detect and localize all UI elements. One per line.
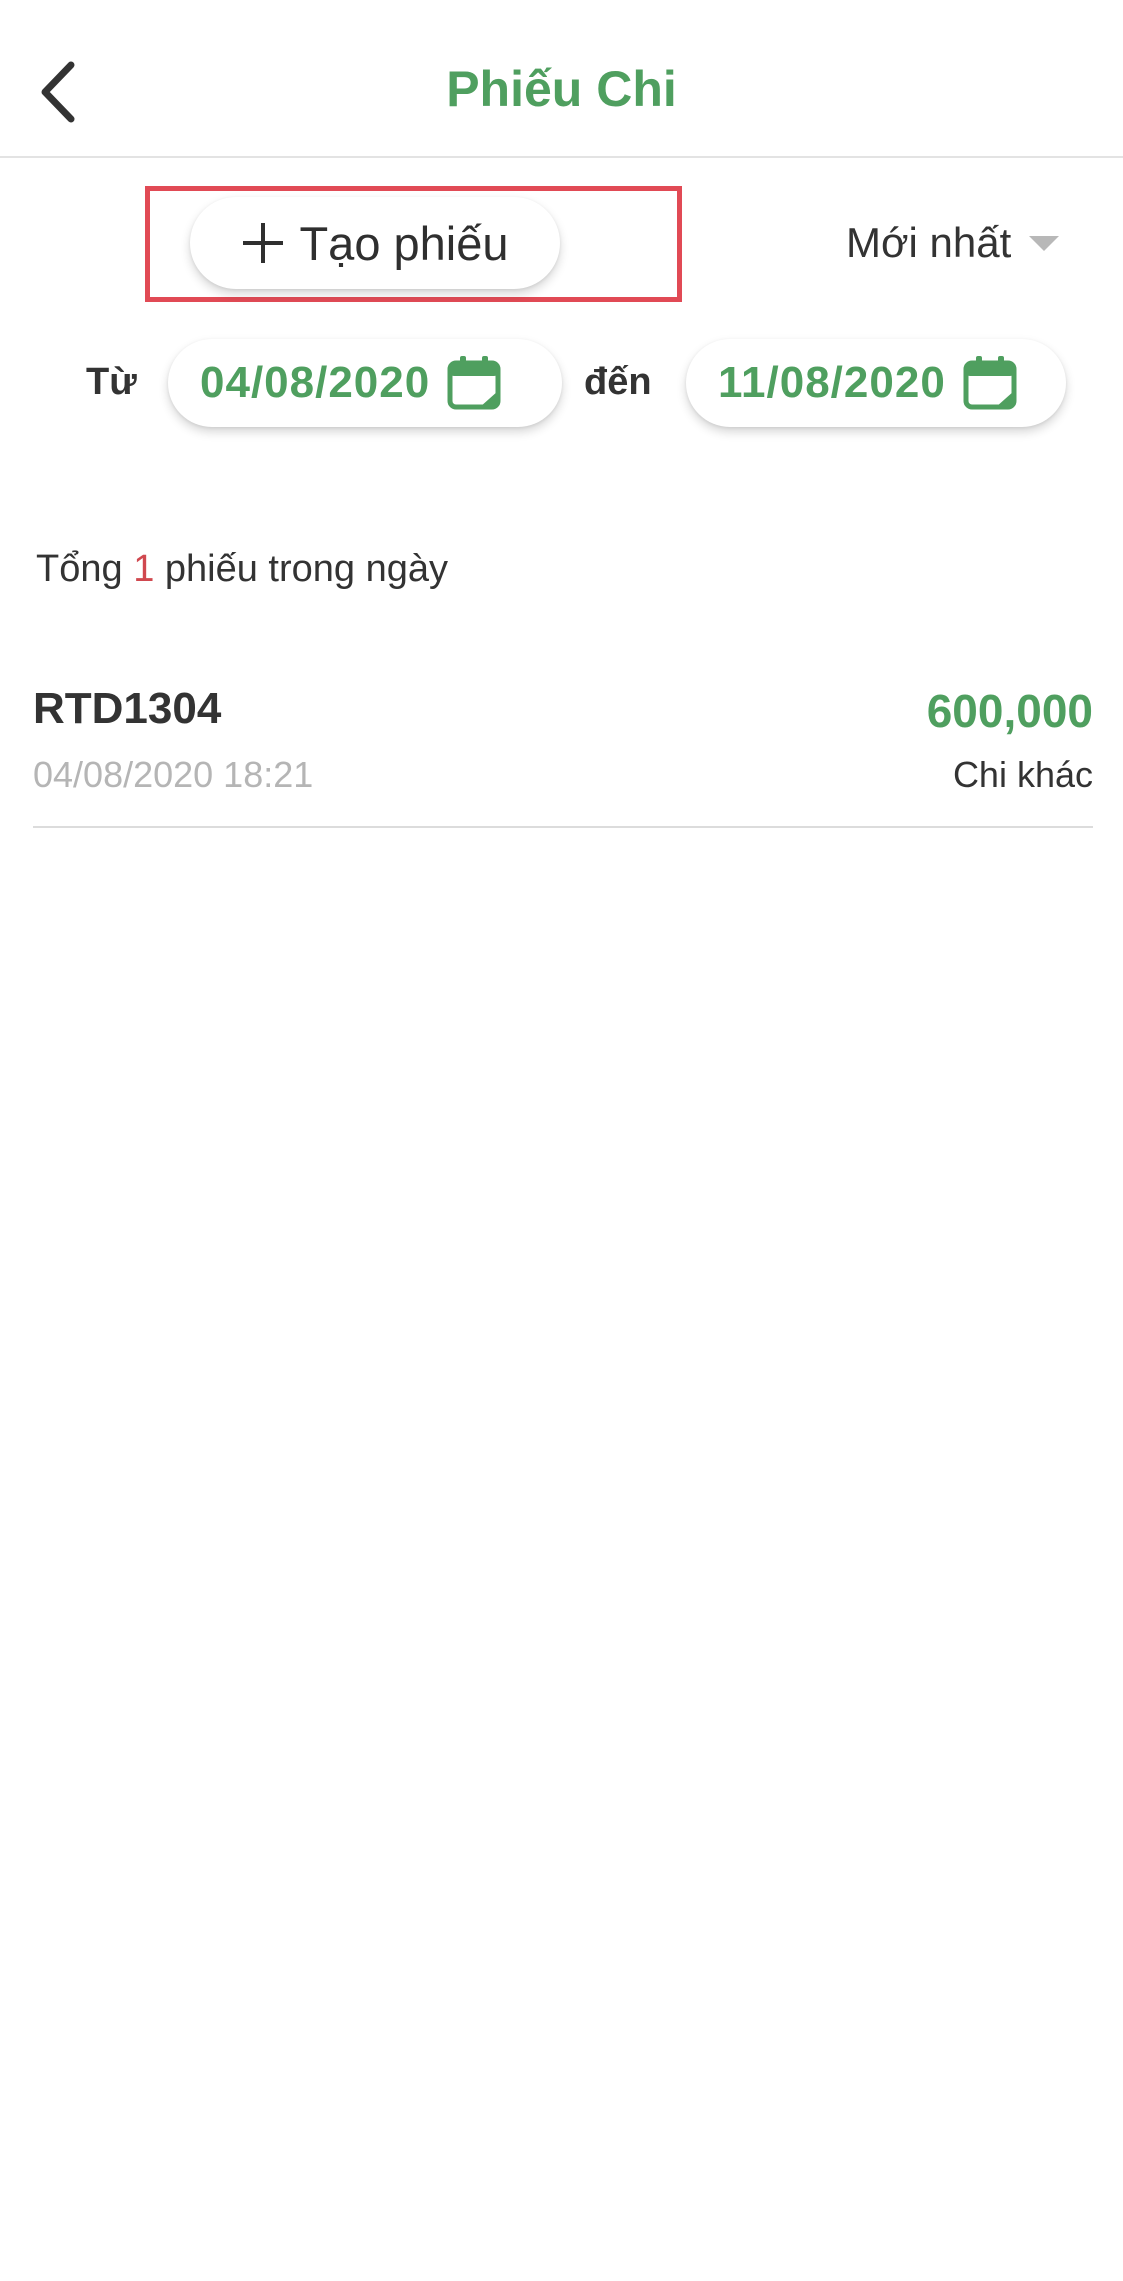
to-date-picker[interactable]: 11/08/2020 [686, 339, 1066, 427]
calendar-icon [447, 356, 501, 410]
from-date-value: 04/08/2020 [200, 358, 431, 407]
summary-prefix: Tổng [36, 548, 123, 590]
summary-count: 1 [133, 548, 155, 590]
page-title: Phiếu Chi [446, 61, 677, 117]
calendar-icon [963, 356, 1017, 410]
summary-text: Tổng 1 phiếu trong ngày [36, 548, 448, 591]
sort-label: Mới nhất [846, 219, 1012, 266]
voucher-amount: 600,000 [926, 685, 1093, 737]
to-date-label: đến [584, 361, 652, 403]
sort-dropdown[interactable]: Mới nhất [846, 213, 1060, 273]
voucher-type: Chi khác [952, 754, 1093, 795]
voucher-row[interactable]: RTD1304 04/08/2020 18:21 600,000 Chi khá… [33, 668, 1093, 828]
summary-suffix: phiếu trong ngày [164, 548, 448, 590]
from-date-picker[interactable]: 04/08/2020 [168, 339, 562, 427]
from-date-label: Từ [86, 361, 137, 403]
create-voucher-button[interactable]: Tạo phiếu [190, 197, 560, 289]
header-bar: Phiếu Chi [0, 0, 1123, 158]
caret-down-icon [1029, 235, 1060, 251]
create-voucher-label: Tạo phiếu [299, 216, 509, 270]
voucher-code: RTD1304 [33, 684, 222, 733]
to-date-value: 11/08/2020 [718, 358, 946, 407]
plus-icon [243, 223, 284, 263]
voucher-datetime: 04/08/2020 18:21 [33, 754, 314, 795]
